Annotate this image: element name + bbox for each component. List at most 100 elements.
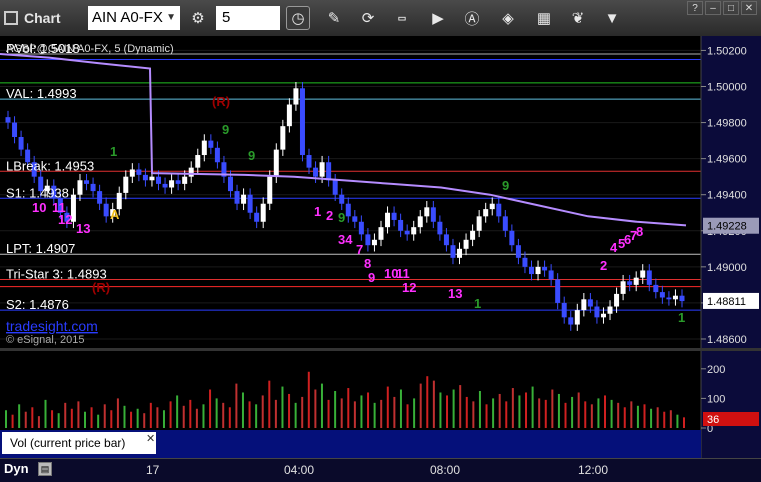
price-tick-label: 1.49800 [707,118,747,130]
candle-body [18,136,24,150]
play-icon[interactable]: ▶ [426,6,450,30]
annotation-label: 9 [502,178,509,193]
candle-body [378,227,384,240]
volume-value-label: 36 [707,414,719,426]
level-label: S1: 1.4938 [6,185,69,200]
candle-body [568,317,574,325]
price-tick-label: 1.49000 [707,262,747,274]
annotation-label: (R) [92,280,110,295]
candle-body [195,155,201,168]
annotation-label: (R) [212,94,230,109]
watermark-esignal: © eSignal, 2015 [6,334,84,346]
annotation-label: 1 [314,204,321,219]
candle-body [470,230,476,240]
x-tick-17: 17 [146,463,160,477]
candle-body [548,270,554,280]
maximize-icon[interactable]: □ [723,1,739,15]
candle-body [299,88,305,156]
candle-body [385,212,391,228]
symbol-dropdown-icon[interactable]: ▼ [166,6,176,30]
candle-body [313,167,319,177]
candle-body [574,310,580,325]
candle-body [528,266,534,275]
tag-icon[interactable]: ◈ [496,6,520,30]
symbol-value: AIN A0-FX [92,9,163,26]
calendar-icon[interactable]: ▦ [532,6,556,30]
close-icon[interactable]: ✕ [741,1,757,15]
dropdown-icon[interactable]: ▼ [600,6,624,30]
candle-body [450,245,456,258]
annotation-label: 34 [338,232,353,247]
pencil-icon[interactable]: ✎ [322,6,346,30]
level-label: LBreak: 1.4953 [6,158,94,173]
candle-body [653,284,659,293]
candle-body [542,266,548,271]
settings-icon[interactable]: ⚙ [186,6,210,30]
candle-body [149,176,155,181]
candle-body [411,227,417,235]
dynamic-settings-icon[interactable]: ▤ [38,462,52,476]
x-tick-1200: 12:00 [578,463,609,477]
help-icon[interactable]: ? [687,1,703,15]
candle-body [136,169,142,175]
candle-body [339,194,345,204]
refresh-icon[interactable]: ⟳ [356,6,380,30]
candle-body [77,180,83,195]
candle-body [457,248,463,258]
candle-body [332,180,338,195]
annotation-label: 2 [600,258,607,273]
candle-body [398,219,404,231]
get-icon[interactable]: ▭ [390,6,414,30]
price-tick-label: 1.49400 [707,190,747,202]
candle-body [234,191,240,204]
candle-body [97,191,103,204]
price-tick-label: 1.50200 [707,45,747,57]
candle-body [247,194,253,213]
candle-body [555,279,561,303]
candle-body [254,212,260,222]
annotation-label: 1 [474,296,481,311]
annotation-label: 1 [110,144,117,159]
candle-body [371,239,377,246]
volume-label-close-icon[interactable]: ✕ [146,433,155,445]
candle-body [600,313,606,318]
annotation-label: A [110,207,120,222]
x-tick-0800: 08:00 [430,463,461,477]
candle-body [129,169,135,177]
interval-input[interactable]: 5 [216,6,280,30]
window-controls: ? – □ ✕ [687,1,757,15]
annotation-label: 7 [356,242,363,257]
candle-body [142,174,148,181]
candle-body [463,239,469,249]
candle-body [594,306,600,318]
twitter-icon[interactable]: ❦ [566,6,590,30]
candle-body [123,176,129,193]
candle-body [437,221,443,235]
clock-icon[interactable]: ◷ [286,6,310,30]
candle-body [260,203,266,222]
candle-body [280,126,286,150]
candle-body [483,209,489,217]
candle-body [352,216,358,222]
annotation-label: 11 [396,266,410,281]
annotation-label: 12 [58,212,72,227]
dynamic-mode-label[interactable]: Dyn [4,461,29,476]
text-icon[interactable]: Ⓐ [460,6,484,30]
candle-body [509,230,515,246]
chart-title-text: Chart [24,10,61,26]
level-label: S2: 1.4876 [6,297,69,312]
annotation-label: 9 [248,148,255,163]
watermark-tradesight: tradesight.com [6,318,98,334]
candle-body [358,221,364,235]
candle-body [201,140,207,156]
candle-body [293,88,299,105]
candle-body [659,292,665,298]
candle-body [646,270,652,285]
candle-body [182,176,188,184]
minimize-icon[interactable]: – [705,1,721,15]
price-tick-label: 1.49600 [707,154,747,166]
candle-body [633,277,639,285]
candle-body [607,306,613,314]
annotation-label: 2 [326,208,333,223]
symbol-input[interactable]: AIN A0-FX ▼ [88,6,180,30]
